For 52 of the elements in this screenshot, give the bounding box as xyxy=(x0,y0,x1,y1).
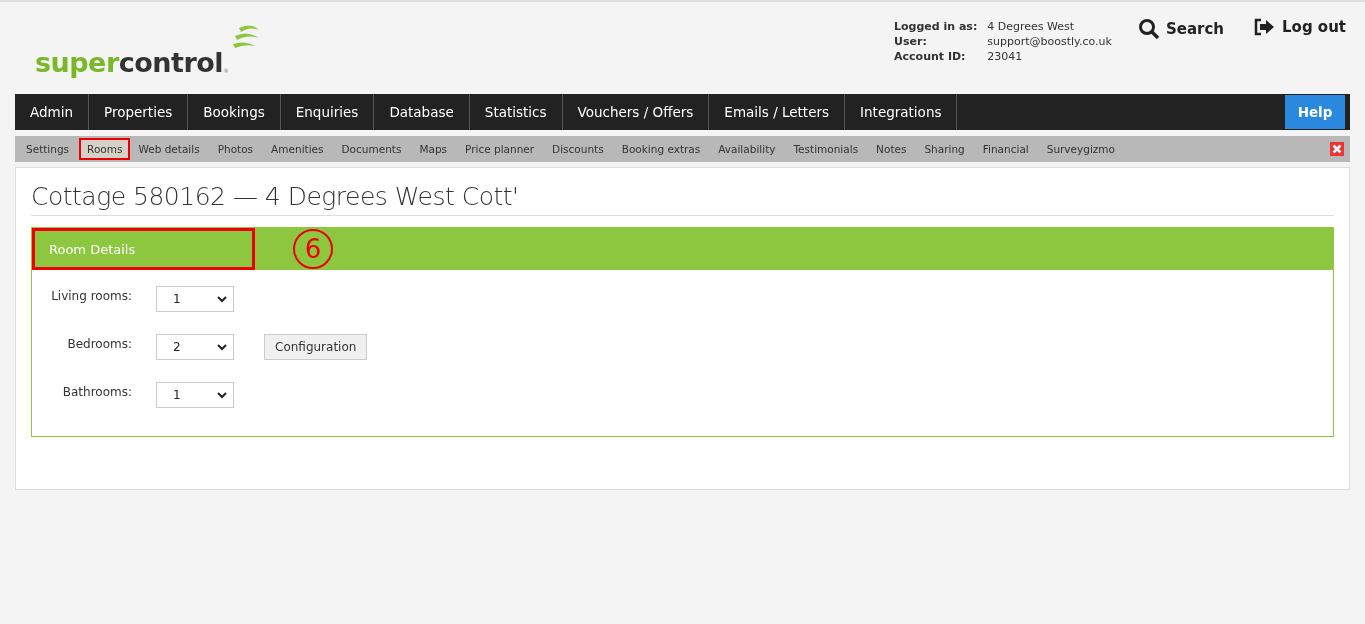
subnav-tab[interactable]: Financial xyxy=(974,138,1037,160)
select-field[interactable]: 2 xyxy=(156,334,234,360)
account-label: User: xyxy=(894,35,928,48)
subnav-tab[interactable]: Maps xyxy=(411,138,456,160)
subnav-tab[interactable]: Web details xyxy=(130,138,208,160)
search-icon xyxy=(1137,18,1160,40)
subnav-tab[interactable]: Discounts xyxy=(544,138,612,160)
account-value: 23041 xyxy=(987,50,1024,63)
account-label: Logged in as: xyxy=(894,20,978,33)
nav-item[interactable]: Database xyxy=(374,94,470,130)
select-field[interactable]: 1 xyxy=(156,382,234,408)
chevron-icon xyxy=(217,295,227,303)
callout-number: 6 xyxy=(293,229,333,269)
subnav-tab[interactable]: Documents xyxy=(333,138,410,160)
logout-icon xyxy=(1254,18,1276,36)
help-button[interactable]: Help xyxy=(1285,95,1345,129)
nav-item[interactable]: Enquiries xyxy=(280,94,375,130)
account-value: 4 Degrees West xyxy=(987,20,1076,33)
chevron-icon xyxy=(217,391,227,399)
subnav-tab[interactable]: Availability xyxy=(710,138,784,160)
subnav-tab[interactable]: Surveygizmo xyxy=(1038,138,1123,160)
field-label: Living rooms: xyxy=(50,288,132,305)
chevron-icon xyxy=(217,343,227,351)
page-title: Cottage 580162 — 4 Degrees West Cott' xyxy=(31,182,1334,216)
subnav-tab[interactable]: Price planner xyxy=(457,138,543,160)
subnav-tab[interactable]: Sharing xyxy=(916,138,973,160)
account-label: Account ID: xyxy=(894,50,967,63)
field-label: Bedrooms: xyxy=(66,336,132,353)
nav-item[interactable]: Integrations xyxy=(845,94,958,130)
nav-item[interactable]: Statistics xyxy=(469,94,563,130)
subnav-tab[interactable]: Notes xyxy=(868,138,915,160)
nav-item[interactable]: Emails / Letters xyxy=(709,94,846,130)
close-icon[interactable] xyxy=(1330,142,1344,156)
subnav-tab[interactable]: Booking extras xyxy=(613,138,709,160)
select-field[interactable]: 1 xyxy=(156,286,234,312)
section-title: Room Details xyxy=(32,228,255,270)
logout-link[interactable]: Log out xyxy=(1254,18,1346,36)
nav-item[interactable]: Admin xyxy=(15,94,90,130)
field-label: Bathrooms: xyxy=(61,384,132,401)
subnav-tab[interactable]: Testimonials xyxy=(785,138,867,160)
subnav-tab[interactable]: Rooms xyxy=(79,138,131,160)
logo-text: super xyxy=(35,49,119,76)
nav-item[interactable]: Bookings xyxy=(188,94,281,130)
subnav-tab[interactable]: Photos xyxy=(209,138,262,160)
search-link[interactable]: Search xyxy=(1137,18,1224,40)
subnav-tab[interactable]: Amenities xyxy=(263,138,332,160)
nav-item[interactable]: Vouchers / Offers xyxy=(562,94,710,130)
logo-text: control xyxy=(118,49,224,76)
account-value: support@boostly.co.uk xyxy=(987,35,1112,48)
subnav-tab[interactable]: Settings xyxy=(18,138,78,160)
configuration-button[interactable]: Configuration xyxy=(264,334,368,360)
nav-item[interactable]: Properties xyxy=(89,94,189,130)
